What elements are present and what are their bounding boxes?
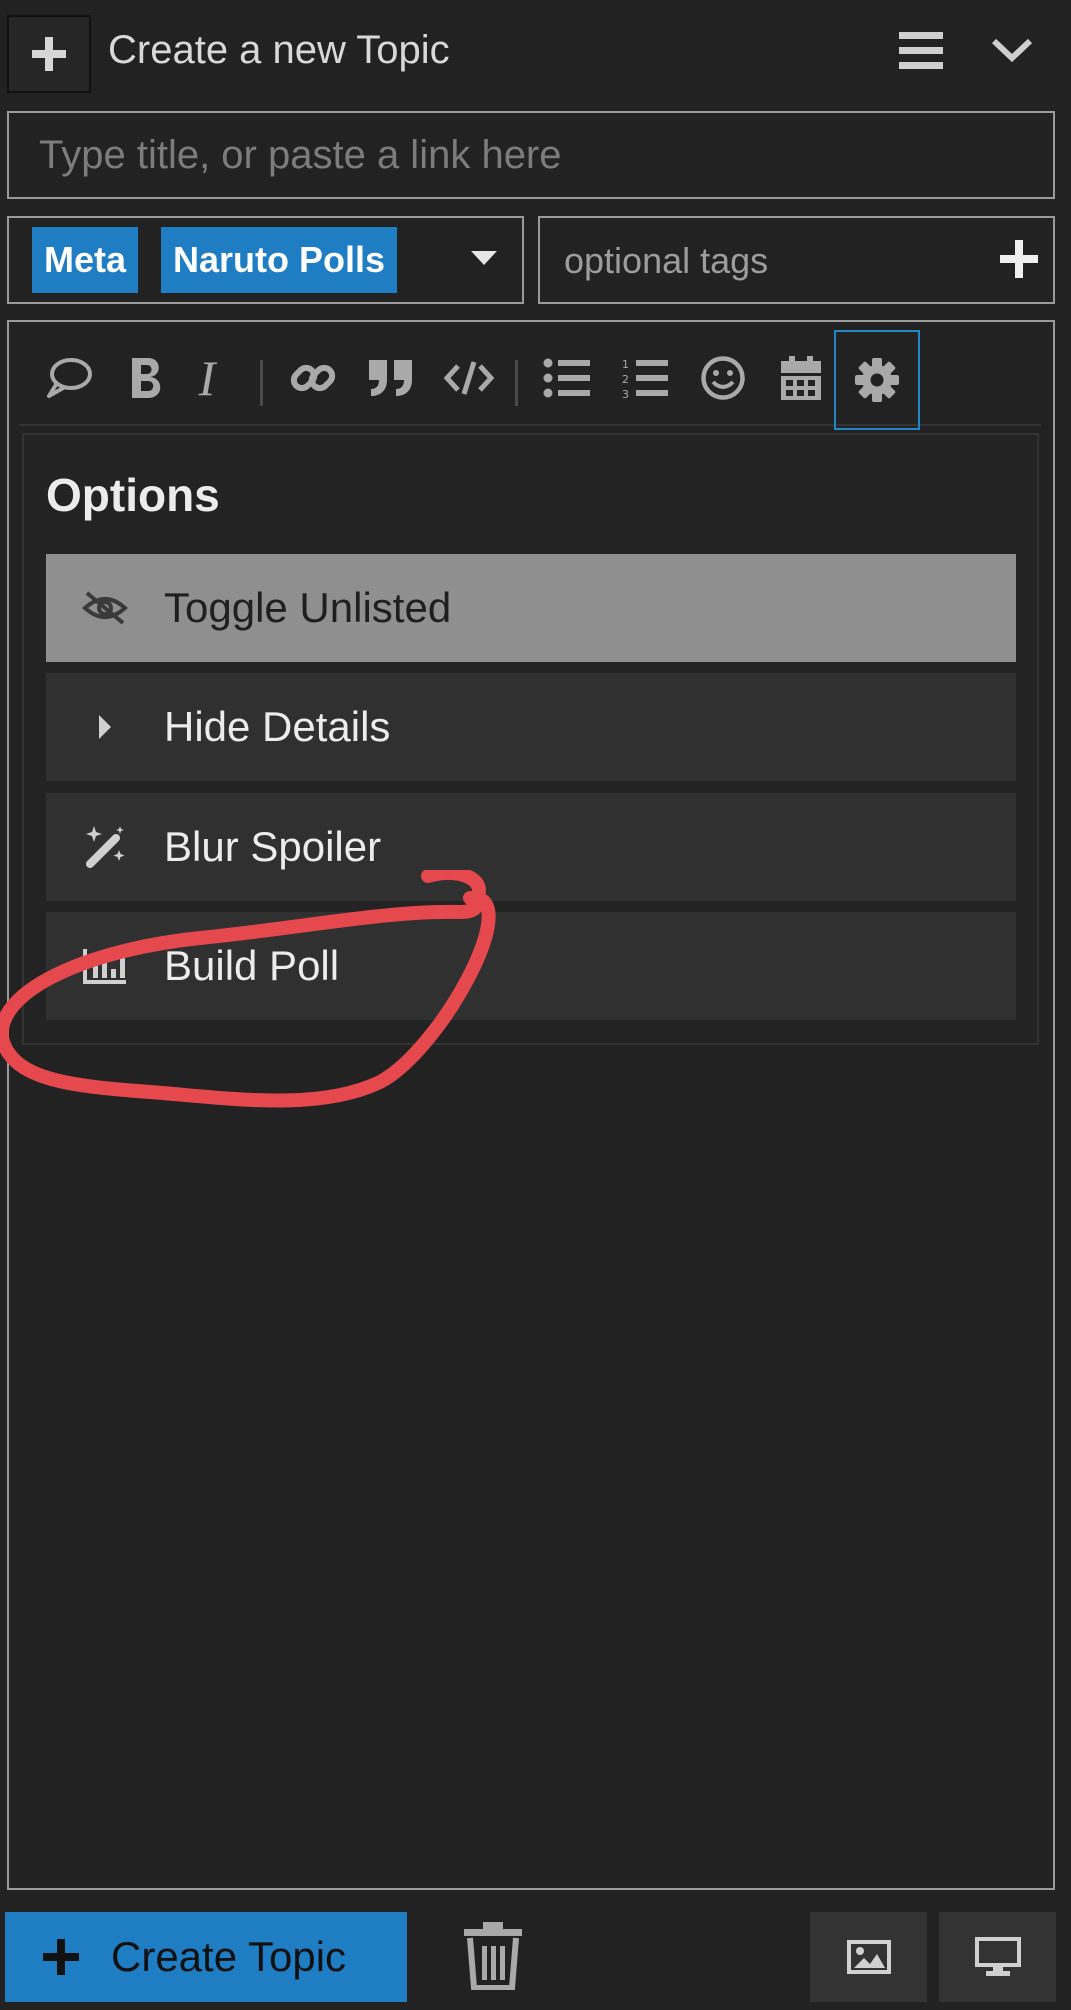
svg-text:1: 1 [622,358,629,371]
option-hide-details[interactable]: Hide Details [46,673,1016,781]
category-badge-naruto-polls: Naruto Polls [161,227,398,293]
quote-icon[interactable] [37,330,101,426]
option-label: Blur Spoiler [164,823,382,870]
svg-text:3: 3 [622,388,629,399]
create-topic-button[interactable]: Create Topic [5,1912,407,2002]
italic-icon[interactable]: I [175,330,239,426]
add-tag-icon[interactable] [998,238,1040,280]
options-title: Options [46,469,220,521]
gear-icon[interactable] [834,330,920,430]
emoji-icon[interactable] [691,330,755,426]
category-badge-meta: Meta [32,227,139,293]
hamburger-menu-icon[interactable] [899,32,943,70]
page-title: Create a new Topic [108,28,450,72]
magic-wand-icon [46,824,164,870]
image-upload-button[interactable] [810,1912,927,2002]
plus-icon [32,37,66,71]
plus-icon [43,1939,79,1975]
eye-slash-icon [46,590,164,626]
image-icon [846,1940,891,1974]
trash-icon[interactable] [462,1922,524,1990]
option-label: Hide Details [164,703,391,750]
link-icon[interactable] [281,330,345,426]
editor-toolbar: I 1 2 3 [19,330,1041,430]
chevron-down-icon[interactable] [990,36,1034,64]
blockquote-icon[interactable] [359,330,423,426]
create-topic-label: Create Topic [111,1933,347,1980]
bold-icon[interactable] [115,330,179,426]
numbered-list-icon[interactable]: 1 2 3 [613,330,677,426]
bullet-list-icon[interactable] [535,330,599,426]
add-topic-button[interactable] [7,15,91,93]
desktop-icon [974,1937,1021,1976]
svg-text:2: 2 [622,373,629,386]
caret-right-icon [46,713,164,741]
red-annotation-circle [0,870,496,1108]
preview-toggle-button[interactable] [939,1912,1056,2002]
caret-down-icon[interactable] [471,251,497,265]
title-input[interactable] [7,111,1055,199]
calendar-icon[interactable] [769,330,833,426]
category-selector[interactable]: Meta Naruto Polls [7,216,524,304]
tags-input[interactable]: optional tags [538,216,1055,304]
option-label: Toggle Unlisted [164,584,452,631]
option-toggle-unlisted[interactable]: Toggle Unlisted [46,554,1016,662]
code-icon[interactable] [437,330,501,426]
tags-placeholder: optional tags [564,240,769,281]
